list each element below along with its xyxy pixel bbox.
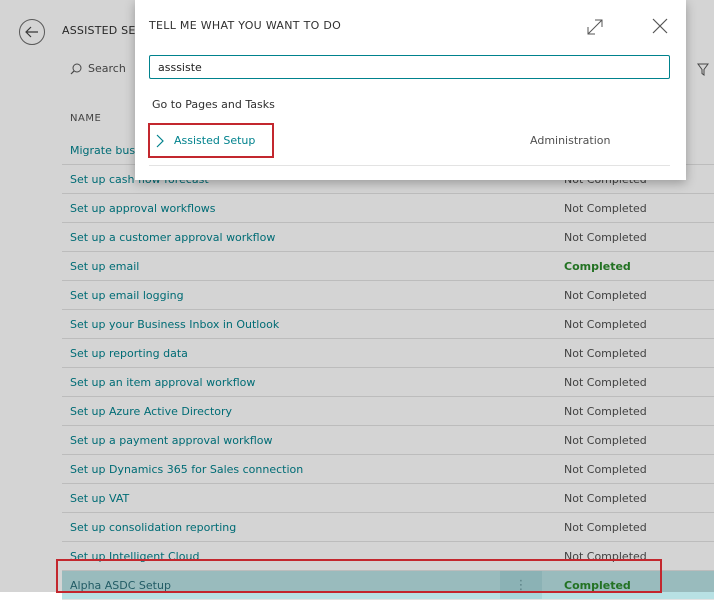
table-row[interactable]: Set up a customer approval workflow Not C… <box>62 223 714 252</box>
chevron-right-icon <box>155 131 165 154</box>
table-row[interactable]: Set up email Completed <box>62 252 714 281</box>
row-name-link[interactable]: Set up email <box>70 260 139 273</box>
row-status: Completed <box>564 260 631 273</box>
table-row[interactable]: Alpha ASDC Setup ⋮ Completed <box>62 571 714 600</box>
row-name-link[interactable]: Alpha ASDC Setup <box>70 579 171 592</box>
row-status: Not Completed <box>564 463 647 476</box>
setup-table: Migrate business dataNot CompletedSet up… <box>62 136 714 600</box>
row-status: Not Completed <box>564 405 647 418</box>
table-row[interactable]: Set up Azure Active Directory Not Complet… <box>62 397 714 426</box>
row-name-link[interactable]: Set up email logging <box>70 289 184 302</box>
row-name-link[interactable]: Set up reporting data <box>70 347 188 360</box>
row-name-link[interactable]: Set up Azure Active Directory <box>70 405 232 418</box>
search-icon <box>70 63 82 74</box>
table-row[interactable]: Set up email logging Not Completed <box>62 281 714 310</box>
row-name-link[interactable]: Set up consolidation reporting <box>70 521 236 534</box>
dialog-title: TELL ME WHAT YOU WANT TO DO <box>149 19 342 32</box>
column-header-name[interactable]: NAME <box>70 113 101 124</box>
row-name-link[interactable]: Set up a payment approval workflow <box>70 434 273 447</box>
table-row[interactable]: Set up approval workflows Not Completed <box>62 194 714 223</box>
close-icon[interactable] <box>651 17 669 38</box>
row-name-link[interactable]: Set up your Business Inbox in Outlook <box>70 318 279 331</box>
arrow-left-icon <box>25 26 38 38</box>
table-row[interactable]: Set up VAT Not Completed <box>62 484 714 513</box>
row-actions-icon[interactable]: ⋮ <box>500 571 542 599</box>
divider <box>149 165 670 166</box>
row-name-link[interactable]: Set up VAT <box>70 492 129 505</box>
row-status: Not Completed <box>564 347 647 360</box>
row-name-link[interactable]: Set up a customer approval workflow <box>70 231 275 244</box>
row-status: Not Completed <box>564 434 647 447</box>
search-button[interactable]: Search <box>70 62 126 75</box>
back-button[interactable] <box>19 19 45 45</box>
table-row[interactable]: Set up Intelligent Cloud Not Completed <box>62 542 714 571</box>
section-heading: Go to Pages and Tasks <box>152 98 275 111</box>
row-name-link[interactable]: Set up Dynamics 365 for Sales connection <box>70 463 303 476</box>
row-status: Not Completed <box>564 521 647 534</box>
table-row[interactable]: Set up consolidation reporting Not Comple… <box>62 513 714 542</box>
row-status: Completed <box>564 579 631 592</box>
row-name-link[interactable]: Set up an item approval workflow <box>70 376 255 389</box>
table-row[interactable]: Set up reporting data Not Completed <box>62 339 714 368</box>
expand-icon[interactable] <box>586 18 604 39</box>
table-row[interactable]: Set up a payment approval workflow Not Co… <box>62 426 714 455</box>
row-status: Not Completed <box>564 376 647 389</box>
tell-me-dialog: TELL ME WHAT YOU WANT TO DO Go to Pages … <box>135 0 686 180</box>
table-row[interactable]: Set up your Business Inbox in Outlook Not… <box>62 310 714 339</box>
row-status: Not Completed <box>564 289 647 302</box>
table-row[interactable]: Set up an item approval workflow Not Comp… <box>62 368 714 397</box>
row-status: Not Completed <box>564 550 647 563</box>
row-name-link[interactable]: Set up Intelligent Cloud <box>70 550 199 563</box>
search-label: Search <box>88 62 126 75</box>
search-input[interactable] <box>149 55 670 79</box>
result-category: Administration <box>530 134 611 147</box>
result-name: Assisted Setup <box>174 134 256 147</box>
filter-icon[interactable] <box>697 63 709 79</box>
table-row[interactable]: Set up Dynamics 365 for Sales connection… <box>62 455 714 484</box>
row-status: Not Completed <box>564 231 647 244</box>
row-status: Not Completed <box>564 318 647 331</box>
result-item-assisted-setup[interactable]: Assisted Setup Administration <box>153 127 669 155</box>
row-status: Not Completed <box>564 492 647 505</box>
row-status: Not Completed <box>564 202 647 215</box>
row-name-link[interactable]: Set up approval workflows <box>70 202 216 215</box>
